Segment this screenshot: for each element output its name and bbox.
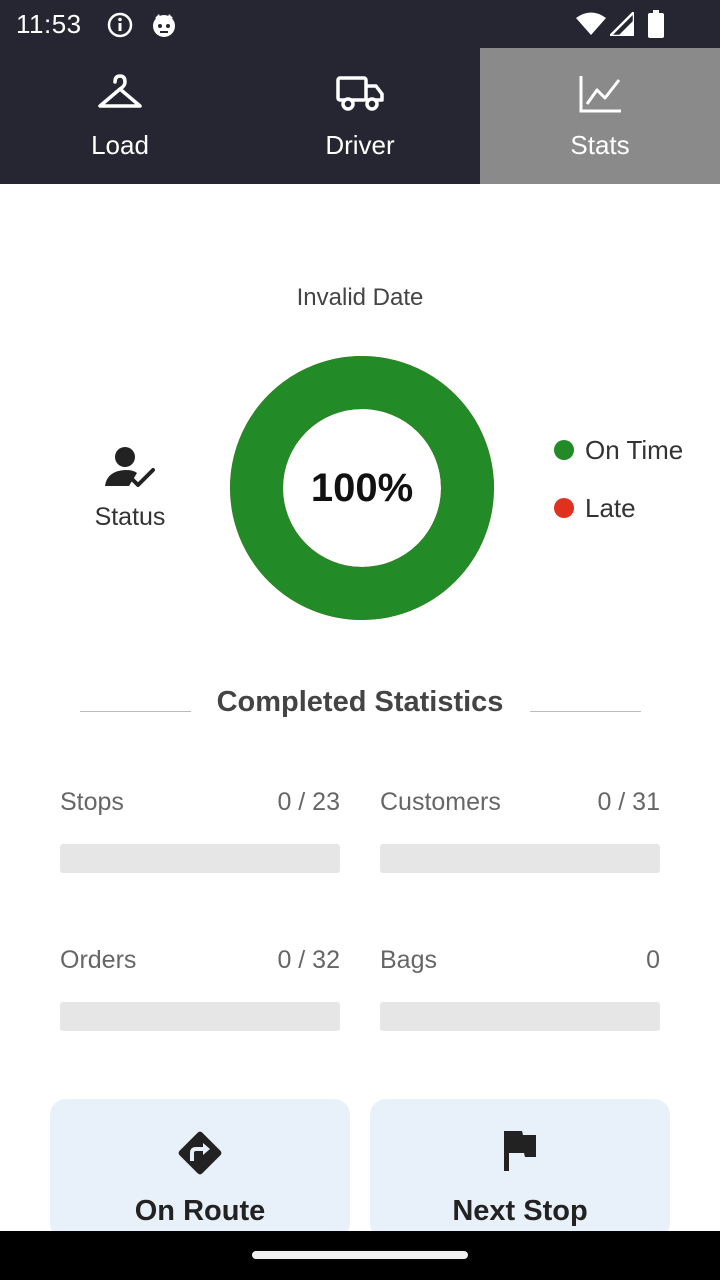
tab-driver-label: Driver <box>325 130 395 160</box>
home-gesture-handle[interactable] <box>252 1251 468 1259</box>
chart-line-icon <box>578 74 622 119</box>
stat-customers: Customers 0 / 31 <box>380 788 660 873</box>
legend-label-on-time: On Time <box>585 434 684 465</box>
stat-bags-value: 0 <box>646 946 660 974</box>
next-stop-label: Next Stop <box>452 1195 588 1227</box>
stat-orders-value: 0 / 32 <box>277 946 340 974</box>
info-icon <box>107 12 133 43</box>
legend-item-on-time: On Time <box>554 434 683 466</box>
next-stop-button[interactable]: Next Stop <box>370 1099 670 1239</box>
stat-orders: Orders 0 / 32 <box>60 946 340 1031</box>
hanger-icon <box>98 74 142 117</box>
cat-face-icon <box>151 12 177 43</box>
tab-load[interactable]: Load <box>0 48 240 184</box>
tab-driver[interactable]: Driver <box>240 48 480 184</box>
stat-stops-value: 0 / 23 <box>277 788 340 816</box>
wifi-icon <box>576 12 606 41</box>
stat-bags-progress-bar <box>380 1002 660 1031</box>
stat-customers-label: Customers <box>380 788 501 816</box>
legend-label-late: Late <box>585 492 636 523</box>
tab-stats[interactable]: Stats <box>480 48 720 184</box>
on-route-button[interactable]: On Route <box>50 1099 350 1239</box>
legend-dot-on-time <box>554 440 574 460</box>
status-block: Status <box>80 446 180 532</box>
truck-icon <box>336 74 384 117</box>
completed-statistics-header: Completed Statistics <box>0 684 720 724</box>
status-label: Status <box>94 503 166 531</box>
stat-stops: Stops 0 / 23 <box>60 788 340 873</box>
section-title: Completed Statistics <box>216 686 504 718</box>
status-time: 11:53 <box>16 9 82 39</box>
divider-right <box>530 711 641 712</box>
status-bar: 11:53 <box>0 0 720 48</box>
battery-icon <box>648 10 664 43</box>
directions-icon <box>174 1127 226 1184</box>
legend-dot-late <box>554 498 574 518</box>
on-route-label: On Route <box>134 1195 266 1227</box>
stat-bags: Bags 0 <box>380 946 660 1031</box>
stat-orders-progress-bar <box>60 1002 340 1031</box>
chart-legend: On Time Late <box>554 434 683 550</box>
tab-load-label: Load <box>91 130 149 160</box>
stat-stops-progress-bar <box>60 844 340 873</box>
stat-orders-label: Orders <box>60 946 137 974</box>
system-nav-bar <box>0 1231 720 1280</box>
stat-bags-label: Bags <box>380 946 437 974</box>
legend-item-late: Late <box>554 492 683 524</box>
tab-bar: Load Driver Stats <box>0 48 720 184</box>
stat-stops-label: Stops <box>60 788 124 816</box>
stat-customers-progress-bar <box>380 844 660 873</box>
user-check-icon <box>105 446 155 493</box>
tab-stats-label: Stats <box>570 130 630 160</box>
cell-signal-icon <box>606 8 636 41</box>
date-label: Invalid Date <box>296 284 424 311</box>
donut-percent-label: 100% <box>310 466 414 510</box>
stat-customers-value: 0 / 31 <box>597 788 660 816</box>
flag-icon <box>498 1127 542 1178</box>
